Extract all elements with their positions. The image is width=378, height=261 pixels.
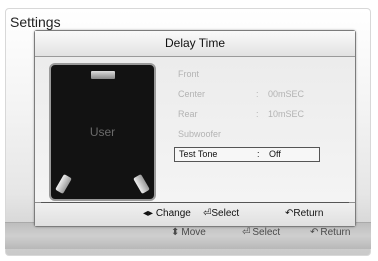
dialog-title: Delay Time xyxy=(35,31,355,57)
enter-icon: ⏎ xyxy=(242,227,251,238)
front-speaker-icon xyxy=(91,71,115,79)
rear-right-speaker-icon xyxy=(133,173,150,195)
speaker-layout-graphic: User xyxy=(49,63,156,201)
settings-title: Settings xyxy=(10,14,61,30)
menu-item-subwoofer[interactable]: Subwoofer xyxy=(174,127,320,142)
rear-left-speaker-icon xyxy=(55,173,72,195)
delay-time-dialog: Delay Time User Front Center : 00mSEC Re… xyxy=(34,30,356,227)
hint-return: ↶Return xyxy=(285,208,324,219)
dialog-footer: ◂▸ Change ⏎Select ↶Return xyxy=(35,203,355,226)
move-icon: ⬍ xyxy=(171,227,180,238)
menu-item-rear[interactable]: Rear : 10mSEC xyxy=(174,107,320,122)
hint-select: ⏎Select xyxy=(203,208,240,219)
settings-hint-return: ↶ Return xyxy=(310,227,351,238)
menu-item-front[interactable]: Front xyxy=(174,67,320,82)
menu-item-center[interactable]: Center : 00mSEC xyxy=(174,87,320,102)
hint-change: ◂▸ Change xyxy=(143,208,191,219)
user-position-label: User xyxy=(89,125,116,139)
menu-item-test-tone[interactable]: Test Tone : Off xyxy=(174,147,320,162)
settings-hint-move: ⬍ Move xyxy=(171,227,206,238)
settings-hint-select: ⏎ Select xyxy=(242,227,281,238)
left-right-arrows-icon: ◂▸ xyxy=(143,208,154,219)
return-icon: ↶ xyxy=(310,227,319,238)
